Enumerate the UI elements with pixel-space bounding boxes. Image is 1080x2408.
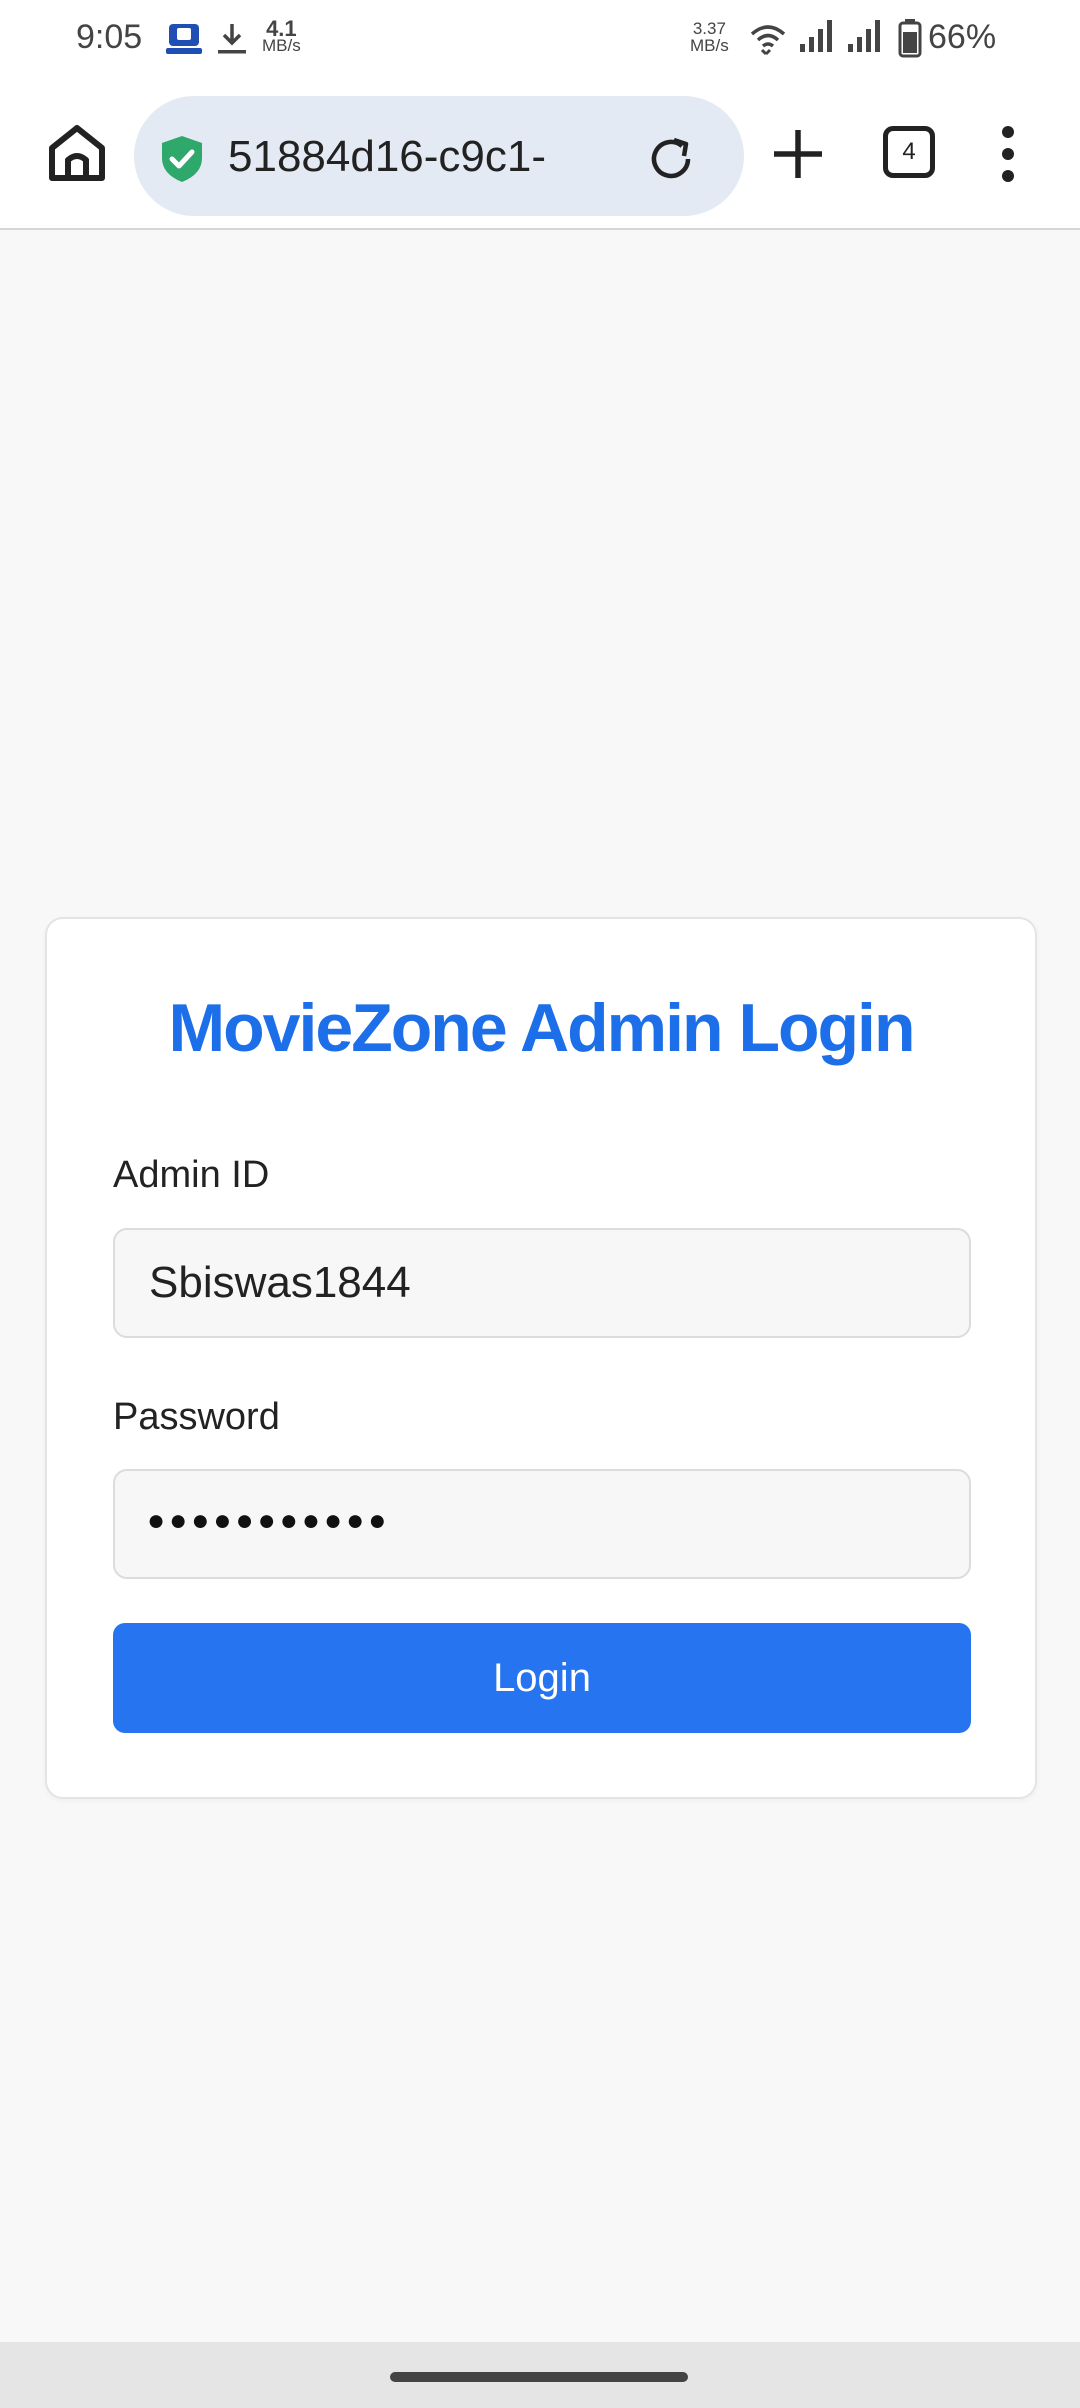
password-field[interactable] (113, 1469, 971, 1579)
signal-icon (848, 20, 880, 52)
login-button[interactable]: Login (113, 1623, 971, 1733)
battery-percent: 66% (928, 18, 997, 56)
address-bar[interactable]: 51884d16-c9c1-… (134, 96, 744, 216)
more-menu-icon[interactable] (998, 124, 1018, 184)
notification-app-icon (166, 24, 202, 54)
tab-switcher-button[interactable]: 4 (883, 126, 935, 178)
home-icon[interactable] (44, 120, 110, 186)
signal-icon (800, 20, 832, 52)
download-speed: 4.1 MB/s (262, 16, 301, 55)
page-title: MovieZone Admin Login (168, 990, 916, 1066)
new-tab-icon[interactable] (770, 126, 826, 182)
admin-id-label: Admin ID (113, 1154, 270, 1196)
wifi-icon (750, 25, 786, 56)
status-bar: 9:05 4.1 MB/s 3.37 MB/s 66% (0, 0, 1080, 80)
secure-shield-icon (162, 136, 202, 182)
login-card: MovieZone Admin Login Admin ID Password … (45, 917, 1037, 1799)
browser-toolbar: 51884d16-c9c1-… 4 (0, 80, 1080, 230)
network-speed: 3.37 MB/s (690, 19, 729, 55)
battery-icon (898, 19, 922, 58)
password-label: Password (113, 1396, 280, 1438)
url-text[interactable]: 51884d16-c9c1-… (228, 132, 548, 182)
home-gesture-handle[interactable] (390, 2372, 688, 2382)
admin-id-field[interactable] (113, 1228, 971, 1338)
download-icon (218, 24, 246, 54)
system-nav-bar (0, 2342, 1080, 2408)
status-time: 9:05 (76, 18, 143, 56)
reload-icon[interactable] (644, 132, 698, 186)
